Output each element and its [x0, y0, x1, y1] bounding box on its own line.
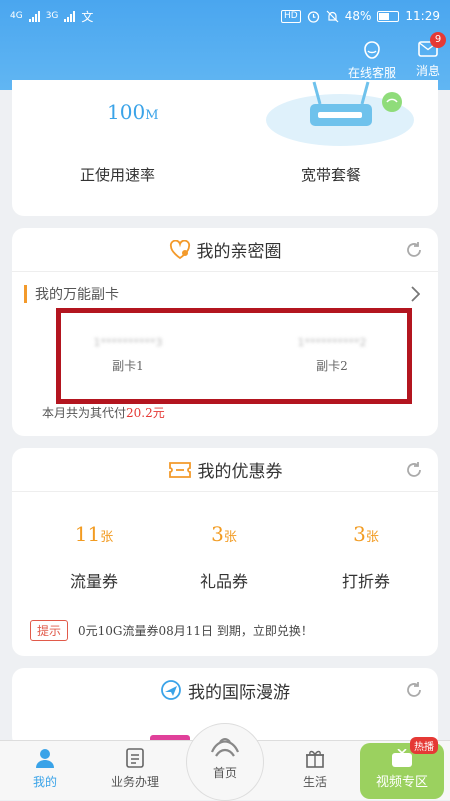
sub-card-1[interactable]: 1**********3 副卡1 [78, 336, 178, 374]
message-count-badge: 9 [430, 32, 446, 48]
coupon-ticket-icon [168, 461, 191, 478]
orange-marker [24, 285, 27, 303]
data-coupon[interactable]: 11张 流量券 [44, 522, 144, 592]
globe-plane-icon [161, 680, 181, 700]
china-mobile-logo-icon [210, 738, 240, 757]
online-service-label: 在线客服 [347, 66, 396, 80]
battery-icon [377, 10, 400, 22]
gift-coupon[interactable]: 3张 礼品券 [174, 522, 274, 592]
refresh-icon[interactable] [404, 240, 424, 260]
coupon-count: 3张 [353, 522, 379, 546]
sub-card-number: 1**********3 [93, 336, 163, 349]
heart-person-icon [169, 239, 190, 259]
tip-badge: 提示 [30, 620, 69, 641]
messages-button[interactable]: 消息 9 [415, 32, 446, 81]
roaming-card-header: 我的国际漫游 [12, 668, 438, 712]
universal-card-row[interactable]: 我的万能副卡 [24, 284, 119, 304]
coupon-card-title: 我的优惠券 [197, 462, 283, 482]
nav-label: 业务办理 [110, 775, 159, 789]
payment-amount: 20.2元 [126, 406, 165, 420]
sub-card-2[interactable]: 1**********2 副卡2 [282, 336, 382, 374]
family-card-title: 我的亲密圈 [196, 242, 282, 262]
hot-badge: 热播 [410, 737, 438, 754]
battery-percent: 48% [344, 9, 372, 23]
clock: 11:29 [405, 9, 440, 23]
network-2-label: 3G [45, 11, 59, 21]
refresh-icon[interactable] [404, 460, 424, 480]
refresh-icon[interactable] [404, 680, 424, 700]
sub-card-number: 1**********2 [297, 336, 367, 349]
hd-icon: HD [281, 9, 301, 23]
alarm-icon [307, 10, 319, 23]
nav-label: 首页 [212, 766, 237, 780]
broadband-plan-label[interactable]: 宽带套餐 [301, 164, 361, 185]
coupon-name: 流量券 [69, 572, 118, 591]
chevron-right-icon[interactable] [410, 286, 420, 302]
coupon-tip-row[interactable]: 提示 0元10G流量券08月11日 到期，立即兑换！ [30, 620, 313, 641]
coupon-card: 我的优惠券 11张 流量券 3张 礼品券 3张 打折券 提示 0元10G流量券0… [12, 448, 438, 656]
tip-text: 0元10G流量券08月11日 到期，立即兑换！ [78, 624, 313, 638]
document-icon [126, 748, 144, 768]
coupon-card-header: 我的优惠券 [12, 448, 438, 492]
app-header: 4G 3G 文 HD 48% 11:29 在线客服 消息 9 [0, 0, 450, 90]
roaming-card-title: 我的国际漫游 [188, 682, 290, 703]
signal-icon-2 [64, 10, 76, 22]
family-card-header: 我的亲密圈 [12, 228, 438, 272]
coupon-name: 礼品券 [199, 572, 248, 591]
coupon-count: 3张 [211, 522, 237, 546]
sub-card-label: 副卡1 [112, 359, 144, 373]
signal-icon [28, 10, 40, 22]
person-icon [36, 749, 54, 768]
payment-note: 本月共为其代付20.2元 [42, 406, 165, 420]
nav-mine[interactable]: 我的 [10, 747, 80, 790]
family-circle-card: 我的亲密圈 我的万能副卡 1**********3 副卡1 1*********… [12, 228, 438, 436]
router-illustration-icon[interactable] [264, 80, 414, 146]
sub-card-label: 副卡2 [316, 359, 348, 373]
coupon-count: 11张 [74, 522, 114, 546]
online-service-button[interactable]: 在线客服 [348, 40, 396, 81]
coupon-name: 打折券 [341, 572, 390, 591]
nav-home[interactable]: 首页 [186, 723, 264, 801]
carrier-icon: 文 [81, 9, 94, 24]
gift-icon [306, 750, 324, 768]
messages-label: 消息 [415, 64, 440, 78]
mute-icon [326, 10, 339, 22]
customer-service-icon [364, 41, 380, 59]
nav-label: 视频专区 [375, 775, 428, 790]
discount-coupon[interactable]: 3张 打折券 [316, 522, 416, 592]
nav-life[interactable]: 生活 [280, 747, 350, 790]
network-1-label: 4G [10, 11, 23, 21]
universal-card-label: 我的万能副卡 [35, 287, 119, 303]
status-bar: 4G 3G 文 HD 48% 11:29 [0, 0, 450, 32]
speed-label[interactable]: 正使用速率 [80, 164, 155, 185]
bottom-nav: 我的 业务办理 首页 生活 热播 视频专区 [0, 723, 450, 801]
nav-label: 我的 [32, 775, 57, 789]
nav-video-zone[interactable]: 热播 视频专区 [360, 737, 444, 799]
tv-icon [392, 749, 412, 767]
nav-business[interactable]: 业务办理 [100, 747, 170, 790]
speed-card: 100M 正使用速率 宽带套餐 [12, 80, 438, 216]
nav-label: 生活 [302, 775, 327, 789]
speed-value: 100M [107, 100, 159, 124]
